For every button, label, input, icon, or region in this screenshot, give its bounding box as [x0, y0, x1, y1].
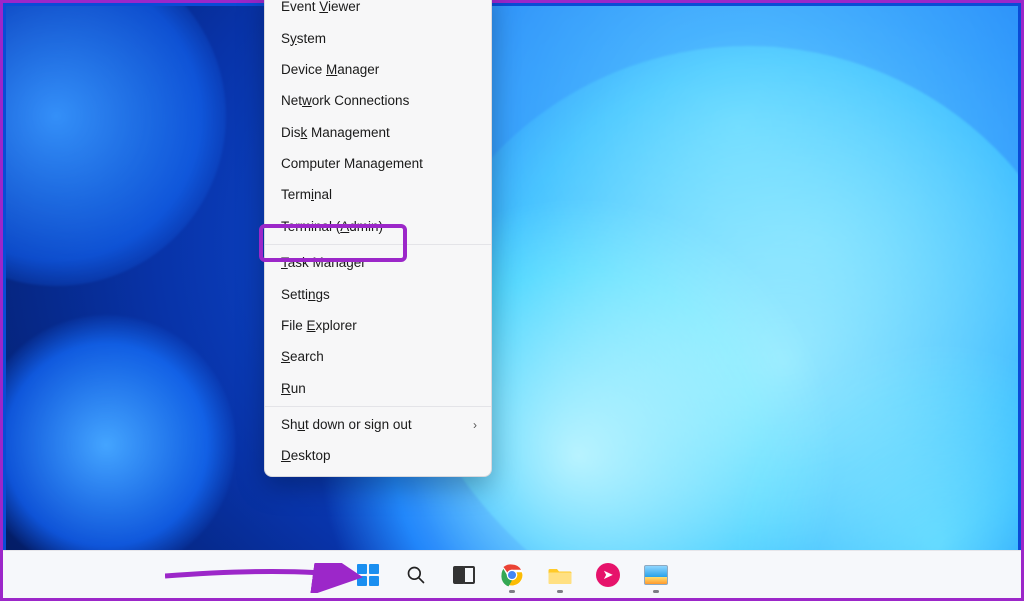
menu-item-label: Event Viewer	[281, 0, 360, 14]
menu-item-label: Computer Management	[281, 156, 423, 171]
pinned-app-pink[interactable]: ➤	[588, 555, 628, 595]
search-button[interactable]	[396, 555, 436, 595]
menu-item-system[interactable]: System	[265, 22, 491, 53]
chevron-right-icon: ›	[473, 418, 477, 432]
menu-item-terminal[interactable]: Terminal	[265, 179, 491, 210]
menu-item-shutdown-signout[interactable]: Shut down or sign out ›	[265, 409, 491, 440]
menu-item-desktop[interactable]: Desktop	[265, 440, 491, 471]
winx-context-menu: Event Viewer System Device Manager Network …	[264, 0, 492, 477]
chrome-icon	[500, 563, 524, 587]
control-panel-icon	[644, 565, 668, 585]
task-view-button[interactable]	[444, 555, 484, 595]
start-button[interactable]	[348, 555, 388, 595]
chrome-app[interactable]	[492, 555, 532, 595]
menu-item-label: Disk Management	[281, 125, 390, 140]
menu-separator	[265, 406, 491, 407]
desktop-wallpaper	[6, 6, 1018, 595]
menu-item-device-manager[interactable]: Device Manager	[265, 54, 491, 85]
task-view-icon	[453, 566, 475, 584]
menu-item-event-viewer[interactable]: Event Viewer	[265, 0, 491, 22]
folder-icon	[548, 565, 572, 585]
menu-item-file-explorer[interactable]: File Explorer	[265, 310, 491, 341]
menu-item-label: Desktop	[281, 448, 331, 463]
menu-item-label: Settings	[281, 287, 330, 302]
menu-item-settings[interactable]: Settings	[265, 278, 491, 309]
menu-item-computer-management[interactable]: Computer Management	[265, 148, 491, 179]
menu-item-label: Shut down or sign out	[281, 417, 412, 432]
menu-item-search[interactable]: Search	[265, 341, 491, 372]
start-icon	[357, 564, 379, 586]
control-panel-app[interactable]	[636, 555, 676, 595]
menu-item-label: Terminal	[281, 187, 332, 202]
menu-separator	[265, 244, 491, 245]
menu-item-label: Run	[281, 381, 306, 396]
menu-item-network-connections[interactable]: Network Connections	[265, 85, 491, 116]
menu-item-disk-management[interactable]: Disk Management	[265, 117, 491, 148]
search-icon	[406, 565, 426, 585]
menu-item-task-manager[interactable]: Task Manager	[265, 247, 491, 278]
menu-item-label: File Explorer	[281, 318, 357, 333]
menu-item-label: Search	[281, 349, 324, 364]
menu-item-label: Device Manager	[281, 62, 379, 77]
menu-item-terminal-admin[interactable]: Terminal (Admin)	[265, 211, 491, 242]
taskbar: ➤	[3, 550, 1021, 598]
file-explorer-app[interactable]	[540, 555, 580, 595]
pink-app-icon: ➤	[596, 563, 620, 587]
menu-item-run[interactable]: Run	[265, 373, 491, 404]
menu-item-label: Terminal (Admin)	[281, 219, 383, 234]
menu-item-label: Network Connections	[281, 93, 409, 108]
menu-item-label: Task Manager	[281, 255, 366, 270]
menu-item-label: System	[281, 31, 326, 46]
